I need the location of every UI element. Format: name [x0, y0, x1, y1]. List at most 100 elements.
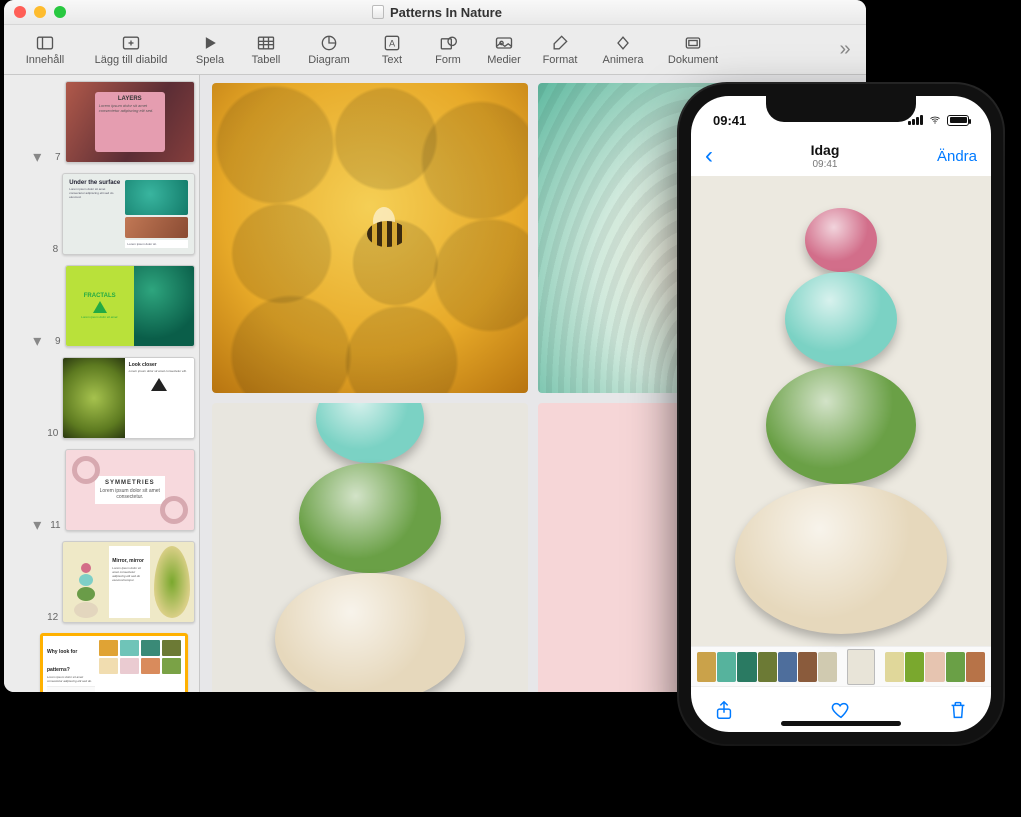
- toolbar-text-button[interactable]: A Text: [364, 26, 420, 74]
- play-icon: [200, 34, 220, 52]
- scrubber-thumb[interactable]: [737, 652, 756, 682]
- edit-button[interactable]: Ändra: [937, 148, 977, 165]
- minimize-window-button[interactable]: [34, 6, 46, 18]
- slide-thumb-11[interactable]: ▾ 11 SYMMETRIESLorem ipsum dolor sit ame…: [4, 449, 195, 531]
- titlebar: Patterns In Nature: [4, 0, 866, 25]
- window-controls: [14, 6, 66, 18]
- toolbar-label: Format: [543, 54, 578, 66]
- slide-image-honeycomb[interactable]: [212, 83, 528, 393]
- toolbar-overflow-button[interactable]: »: [830, 38, 860, 61]
- scrubber-thumb[interactable]: [946, 652, 965, 682]
- toolbar-shape-button[interactable]: Form: [420, 26, 476, 74]
- chevron-down-icon[interactable]: ▾: [32, 151, 43, 163]
- slide-thumb-8[interactable]: 8 Under the surfaceLorem ipsum dolor sit…: [4, 173, 195, 255]
- slide-number: 7: [47, 152, 61, 163]
- svg-text:A: A: [389, 38, 396, 48]
- photo-viewer[interactable]: [691, 176, 991, 646]
- toolbar-label: Form: [435, 54, 461, 66]
- slide-number: 10: [44, 428, 58, 439]
- document-icon: [683, 34, 703, 52]
- document-title-text: Patterns In Nature: [390, 5, 502, 20]
- slide-number: 8: [44, 244, 58, 255]
- nav-subtitle-text: 09:41: [811, 159, 840, 170]
- chevron-down-icon[interactable]: ▾: [32, 519, 43, 531]
- battery-icon: [947, 115, 969, 126]
- table-icon: [256, 34, 276, 52]
- status-time: 09:41: [713, 113, 746, 128]
- toolbar-play-button[interactable]: Spela: [182, 26, 238, 74]
- slide-title: Under the surface: [69, 180, 121, 186]
- close-window-button[interactable]: [14, 6, 26, 18]
- photo-scrubber[interactable]: [691, 646, 991, 686]
- chart-icon: [319, 34, 339, 52]
- slide-image-urchin-stack[interactable]: [212, 403, 528, 692]
- back-button[interactable]: ‹: [705, 144, 713, 168]
- toolbar-label: Lägg till diabild: [95, 54, 168, 66]
- share-button[interactable]: [713, 699, 735, 721]
- toolbar-media-button[interactable]: Medier: [476, 26, 532, 74]
- toolbar-view-button[interactable]: Innehåll: [10, 26, 80, 74]
- slide-number: 11: [47, 520, 61, 531]
- slide-title: Why look for patterns?: [47, 649, 77, 673]
- scrubber-current[interactable]: [847, 649, 875, 685]
- photos-navbar: ‹ Idag 09:41 Ändra: [691, 136, 991, 176]
- wifi-icon: [927, 114, 943, 126]
- nav-title: Idag 09:41: [811, 142, 840, 171]
- shape-icon: [438, 34, 458, 52]
- slide-title: Mirror, mirror: [112, 558, 144, 564]
- scrubber-thumb[interactable]: [697, 652, 716, 682]
- home-indicator[interactable]: [781, 721, 901, 726]
- delete-button[interactable]: [947, 699, 969, 721]
- toolbar-label: Text: [382, 54, 402, 66]
- slide-navigator[interactable]: ▾ 7 LAYERSLorem ipsum dolor sit amet con…: [4, 75, 200, 692]
- media-icon: [494, 34, 514, 52]
- scrubber-thumb[interactable]: [717, 652, 736, 682]
- toolbar-label: Tabell: [252, 54, 281, 66]
- slide-preview: Under the surfaceLorem ipsum dolor sit a…: [62, 173, 195, 255]
- scrubber-thumb[interactable]: [925, 652, 944, 682]
- slide-preview: SYMMETRIESLorem ipsum dolor sit amet con…: [65, 449, 195, 531]
- slide-title: Look closer: [129, 362, 190, 368]
- toolbar-table-button[interactable]: Tabell: [238, 26, 294, 74]
- toolbar-label: Spela: [196, 54, 224, 66]
- slide-preview-selected: Why look for patterns?Lorem ipsum dolor …: [40, 633, 188, 692]
- zoom-window-button[interactable]: [54, 6, 66, 18]
- slide-thumb-9[interactable]: ▾ 9 FRACTALSLorem ipsum dolor sit amet.: [4, 265, 195, 347]
- toolbar-chart-button[interactable]: Diagram: [294, 26, 364, 74]
- favorite-button[interactable]: [830, 699, 852, 721]
- slide-title: LAYERS: [118, 96, 142, 102]
- scrubber-thumb[interactable]: [758, 652, 777, 682]
- toolbar-format-button[interactable]: Format: [532, 26, 588, 74]
- toolbar-animate-button[interactable]: Animera: [588, 26, 658, 74]
- scrubber-thumb[interactable]: [778, 652, 797, 682]
- slide-preview: Look closerLorem ipsum dolor sit amet co…: [62, 357, 195, 439]
- iphone-device: 09:41 ‹ Idag 09:41 Ändra: [679, 84, 1003, 744]
- scrubber-thumb[interactable]: [885, 652, 904, 682]
- slide-preview: Mirror, mirrorLorem ipsum dolor sit amet…: [62, 541, 195, 623]
- toolbar: Innehåll Lägg till diabild Spela Tabell …: [4, 25, 866, 75]
- scrubber-thumb[interactable]: [818, 652, 837, 682]
- toolbar-label: Animera: [603, 54, 644, 66]
- photo-urchin-stack: [735, 208, 947, 634]
- document-icon: [372, 5, 384, 19]
- slide-thumb-13[interactable]: 13 Why look for patterns?Lorem ipsum dol…: [4, 633, 195, 692]
- slide-title: SYMMETRIES: [99, 480, 161, 486]
- notch: [766, 96, 916, 122]
- scrubber-thumb[interactable]: [905, 652, 924, 682]
- nav-title-text: Idag: [811, 142, 840, 158]
- toolbar-document-button[interactable]: Dokument: [658, 26, 728, 74]
- toolbar-label: Dokument: [668, 54, 718, 66]
- sidebar-icon: [35, 34, 55, 52]
- slide-preview: LAYERSLorem ipsum dolor sit amet consect…: [65, 81, 195, 163]
- scrubber-thumb[interactable]: [798, 652, 817, 682]
- document-title: Patterns In Nature: [66, 5, 808, 20]
- slide-thumb-12[interactable]: 12 Mirror, mirrorLorem ipsum dolor sit a…: [4, 541, 195, 623]
- toolbar-add-slide-button[interactable]: Lägg till diabild: [80, 26, 182, 74]
- scrubber-thumb[interactable]: [966, 652, 985, 682]
- toolbar-label: Medier: [487, 54, 521, 66]
- bee-illustration: [357, 213, 417, 255]
- slide-thumb-7[interactable]: ▾ 7 LAYERSLorem ipsum dolor sit amet con…: [4, 81, 195, 163]
- chevron-down-icon[interactable]: ▾: [32, 335, 43, 347]
- slide-thumb-10[interactable]: 10 Look closerLorem ipsum dolor sit amet…: [4, 357, 195, 439]
- brush-icon: [550, 34, 570, 52]
